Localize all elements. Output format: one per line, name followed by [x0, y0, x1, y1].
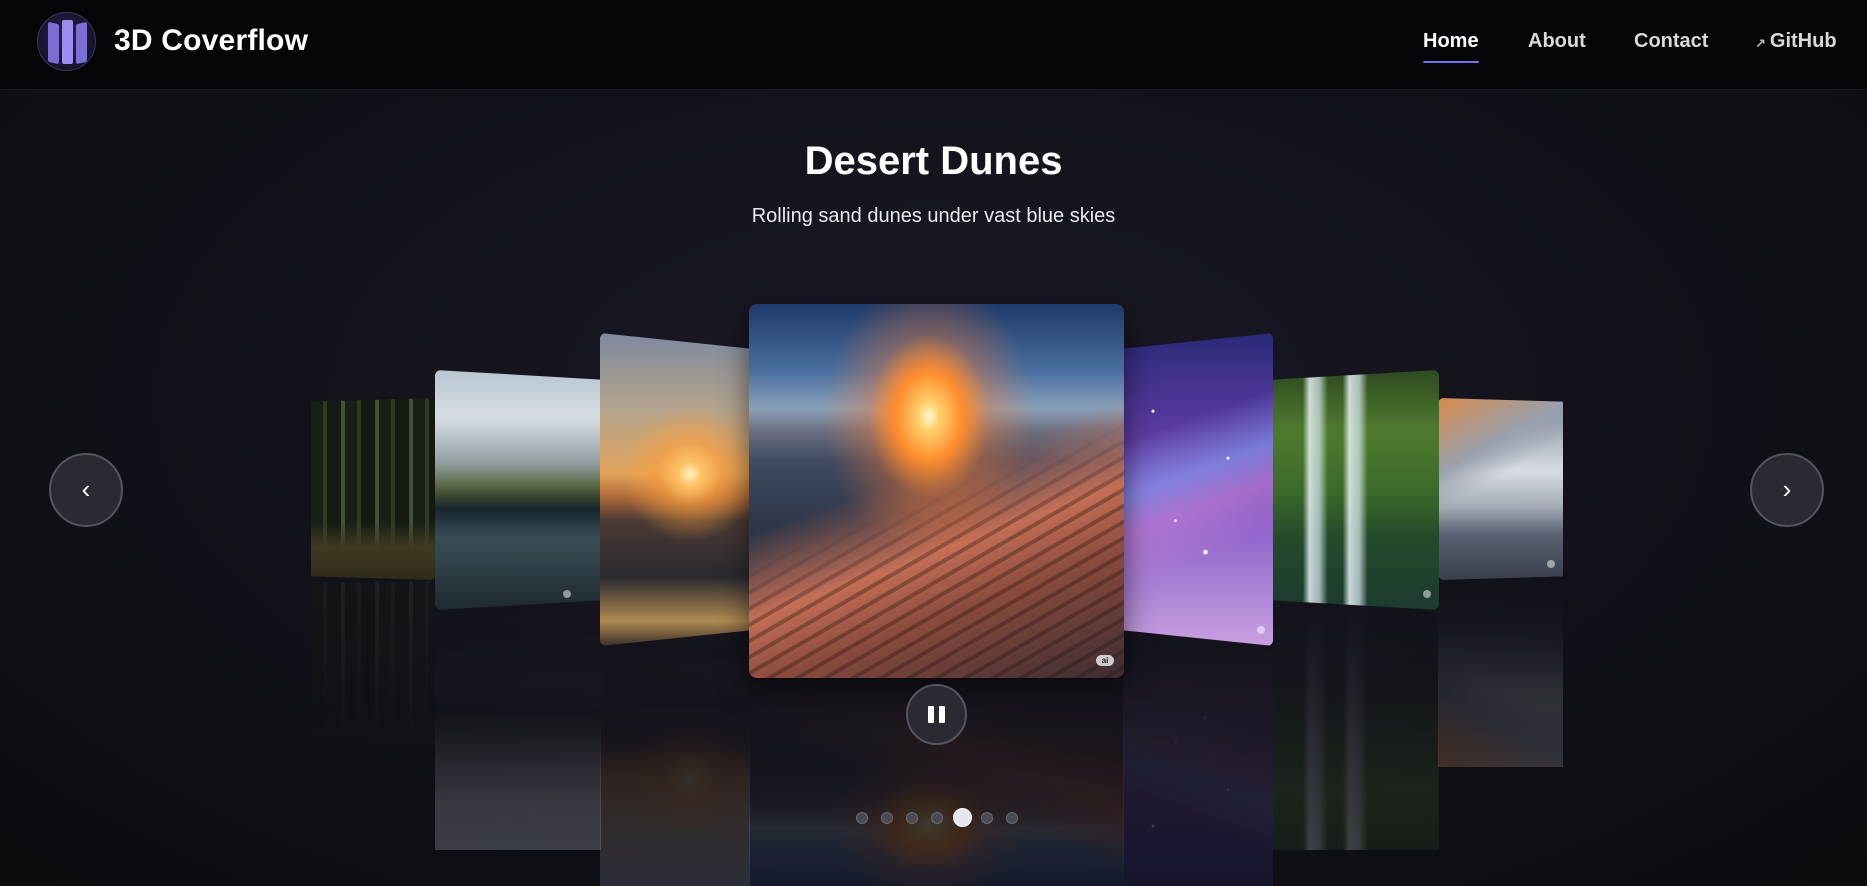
next-button[interactable]: › — [1750, 453, 1824, 527]
reflection-forest — [311, 582, 436, 767]
pause-icon — [928, 706, 946, 723]
slide-subtitle: Rolling sand dunes under vast blue skies — [751, 205, 1116, 227]
logo-icon[interactable] — [37, 12, 96, 71]
pagination-dot[interactable] — [906, 812, 918, 824]
pagination-dot[interactable] — [881, 812, 893, 824]
slide-card-galaxy[interactable] — [1123, 333, 1273, 646]
external-link-icon: ↗ — [1755, 35, 1766, 51]
image-badge-icon — [563, 590, 571, 598]
pagination-dot-active[interactable] — [953, 808, 972, 827]
nav-home[interactable]: Home — [1423, 30, 1479, 63]
dune-texture — [749, 304, 1124, 678]
reflection-mountain — [1438, 582, 1563, 767]
pagination-dot[interactable] — [981, 812, 993, 824]
slide-card-sunset[interactable] — [600, 333, 750, 646]
reflection-galaxy — [1123, 646, 1273, 886]
brand-title[interactable]: 3D Coverflow — [114, 24, 308, 58]
ai-badge: ai — [1096, 655, 1114, 666]
prev-button[interactable]: ‹ — [49, 453, 123, 527]
nav-github[interactable]: ↗ GitHub — [1755, 30, 1837, 53]
pagination-dot[interactable] — [856, 812, 868, 824]
pagination-dot[interactable] — [931, 812, 943, 824]
slide-card-waterfall[interactable] — [1273, 370, 1439, 610]
slide-card-desert-active[interactable]: ai — [749, 304, 1124, 678]
pagination-dots — [0, 808, 1867, 828]
reflection-sunset — [600, 646, 750, 886]
site-header: 3D Coverflow Home About Contact ↗ GitHub — [0, 0, 1867, 90]
slide-card-forest[interactable] — [311, 398, 436, 580]
slide-title: Desert Dunes — [804, 139, 1063, 183]
nav-github-label: GitHub — [1769, 30, 1837, 52]
slide-card-mountain[interactable] — [1438, 398, 1563, 580]
image-badge-icon — [1547, 560, 1555, 568]
nav-contact[interactable]: Contact — [1634, 30, 1708, 53]
pause-button[interactable] — [906, 684, 967, 745]
nav-about[interactable]: About — [1528, 30, 1586, 53]
slide-card-lake[interactable] — [435, 370, 601, 610]
image-badge-icon — [1257, 626, 1265, 634]
pagination-dot[interactable] — [1006, 812, 1018, 824]
image-badge-icon — [1423, 590, 1431, 598]
